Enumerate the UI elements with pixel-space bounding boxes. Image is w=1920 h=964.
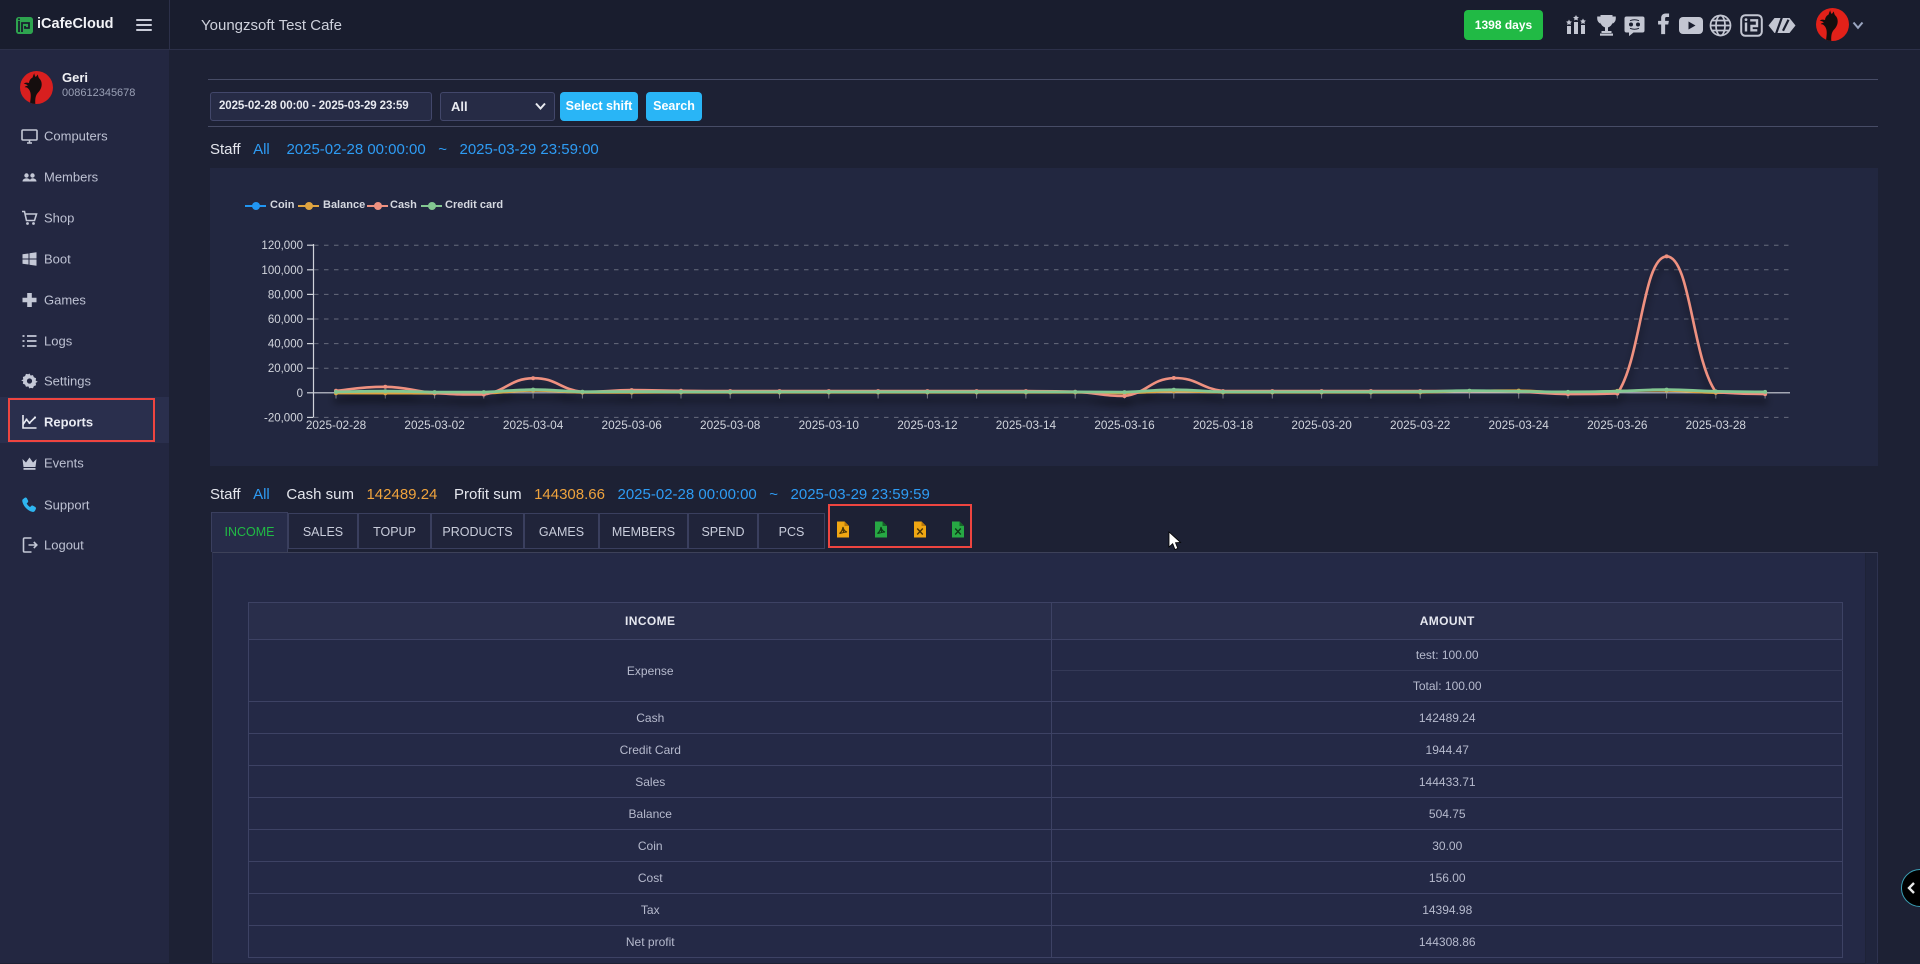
svg-text:-20,000: -20,000 [264,412,303,424]
svg-text:40,000: 40,000 [268,339,303,351]
svg-text:2025-03-10: 2025-03-10 [799,418,860,432]
svg-text:2025-03-14: 2025-03-14 [996,418,1057,432]
svg-text:2025-03-18: 2025-03-18 [1193,418,1254,432]
svg-text:2025-02-28: 2025-02-28 [306,418,367,432]
svg-text:2025-03-26: 2025-03-26 [1587,418,1648,432]
svg-text:2025-03-06: 2025-03-06 [602,418,663,432]
svg-text:60,000: 60,000 [268,314,303,326]
svg-text:80,000: 80,000 [268,289,303,301]
svg-text:2025-03-04: 2025-03-04 [503,418,564,432]
svg-text:2025-03-24: 2025-03-24 [1489,418,1550,432]
svg-text:20,000: 20,000 [268,363,303,375]
svg-text:0: 0 [297,388,303,400]
svg-text:2025-03-20: 2025-03-20 [1291,418,1352,432]
svg-text:2025-03-08: 2025-03-08 [700,418,761,432]
svg-text:100,000: 100,000 [261,265,303,277]
svg-text:120,000: 120,000 [261,240,303,252]
svg-text:2025-03-22: 2025-03-22 [1390,418,1450,432]
svg-text:2025-03-16: 2025-03-16 [1094,418,1155,432]
svg-text:2025-03-02: 2025-03-02 [404,418,464,432]
svg-text:2025-03-12: 2025-03-12 [897,418,957,432]
svg-text:2025-03-28: 2025-03-28 [1686,418,1747,432]
